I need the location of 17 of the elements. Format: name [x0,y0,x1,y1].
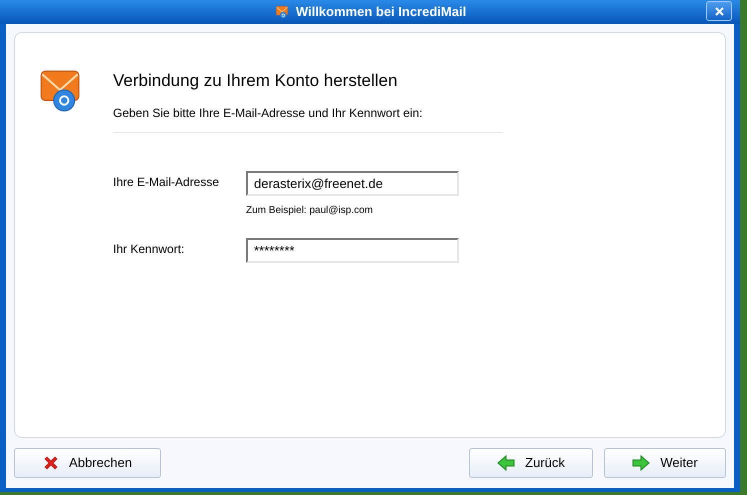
window-title: Willkommen bei IncrediMail [296,3,466,22]
cancel-button[interactable]: Abbrechen [14,448,161,478]
email-field[interactable]: derasterix@freenet.de [246,170,459,196]
heading: Verbindung zu Ihrem Konto herstellen [113,70,398,92]
field-label: Ihr Kennwort: [113,240,186,258]
instruction-text: Geben Sie bitte Ihre E-Mail-Adresse und Ihr Kennwort ein: [113,104,503,132]
hint-text: Zum Beispiel: paul@isp.com [246,204,374,218]
envelope-icon [274,5,290,19]
cross-icon [43,455,60,471]
close-icon [714,6,724,16]
password-field[interactable]: ******** [246,238,459,262]
next-button[interactable]: Weiter [604,448,726,478]
field-label: Ihre E-Mail-Adresse [113,174,220,190]
back-button[interactable]: Zurück [469,448,593,478]
left-arrow-icon [497,455,516,471]
right-arrow-icon [632,455,650,471]
close-button[interactable] [706,1,732,21]
